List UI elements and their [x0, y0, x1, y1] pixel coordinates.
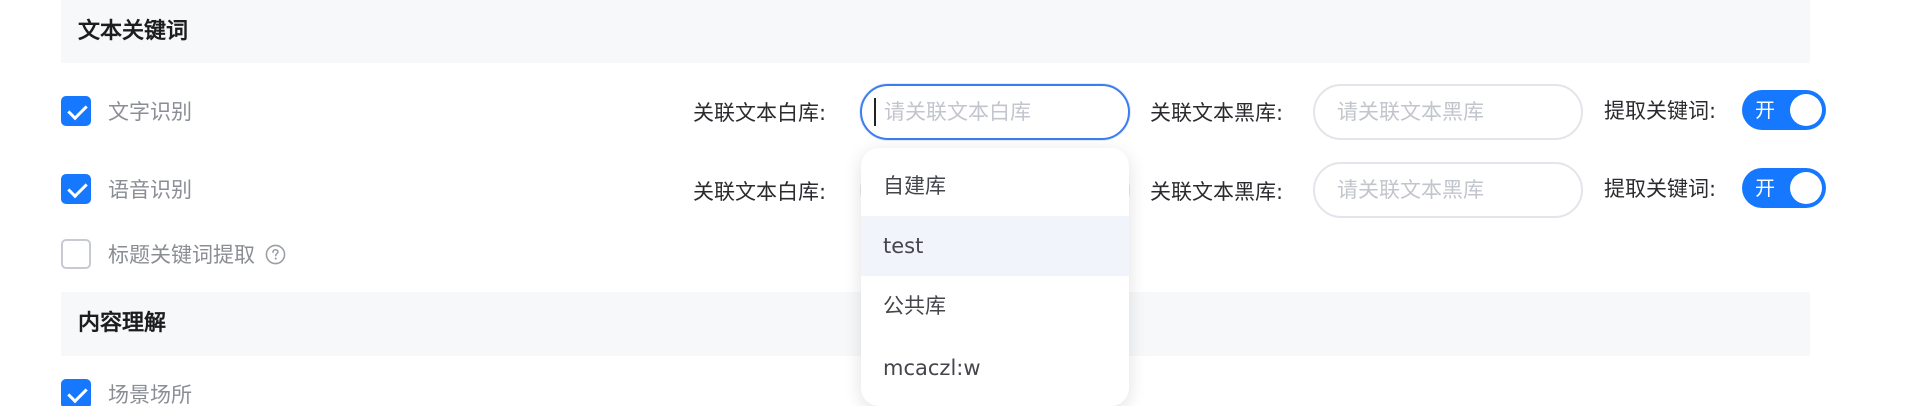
scene-label: 场景场所	[108, 383, 192, 406]
blacklist-input[interactable]	[1313, 162, 1583, 218]
help-circle-icon[interactable]	[265, 244, 286, 265]
section-title: 内容理解	[78, 311, 167, 336]
whitelist-label: 关联文本白库:	[693, 180, 827, 204]
toggle-knob	[1790, 94, 1822, 126]
asr-option[interactable]: 语音识别	[61, 172, 192, 206]
blacklist-input[interactable]	[1313, 84, 1583, 140]
ocr-label: 文字识别	[108, 100, 192, 124]
scene-option[interactable]: 场景场所	[61, 377, 192, 406]
section-header-text-keywords: 文本关键词	[61, 0, 1810, 63]
blacklist-label: 关联文本黑库:	[1150, 101, 1284, 125]
title-keyword-checkbox[interactable]	[61, 239, 91, 269]
dropdown-option[interactable]: test	[861, 216, 1129, 276]
asr-label: 语音识别	[108, 178, 192, 202]
extract-keywords-label: 提取关键词:	[1604, 177, 1717, 201]
section-title: 文本关键词	[78, 19, 189, 44]
dropdown-option[interactable]: 公共库	[861, 276, 1129, 336]
scene-checkbox[interactable]	[61, 379, 91, 406]
title-keyword-label: 标题关键词提取	[108, 243, 255, 267]
extract-keywords-label: 提取关键词:	[1604, 99, 1717, 123]
ocr-option[interactable]: 文字识别	[61, 94, 192, 128]
whitelist-input[interactable]	[860, 84, 1130, 140]
whitelist-dropdown-menu: 自建库 test 公共库 mcaczl:w	[861, 148, 1129, 406]
blacklist-label: 关联文本黑库:	[1150, 180, 1284, 204]
text-caret	[874, 98, 876, 126]
toggle-on-text: 开	[1755, 176, 1775, 200]
dropdown-option[interactable]: 自建库	[861, 156, 1129, 216]
dropdown-option[interactable]: mcaczl:w	[861, 338, 1129, 398]
keyword-settings-panel: 文本关键词 文字识别 关联文本白库: 关联文本黑库: 提取关键词: 开 语音识别…	[0, 0, 1920, 406]
extract-keywords-toggle[interactable]: 开	[1742, 168, 1826, 208]
ocr-checkbox[interactable]	[61, 96, 91, 126]
toggle-on-text: 开	[1755, 98, 1775, 122]
title-keyword-option[interactable]: 标题关键词提取	[61, 237, 286, 271]
extract-keywords-toggle[interactable]: 开	[1742, 90, 1826, 130]
whitelist-label: 关联文本白库:	[693, 101, 827, 125]
asr-checkbox[interactable]	[61, 174, 91, 204]
toggle-knob	[1790, 172, 1822, 204]
